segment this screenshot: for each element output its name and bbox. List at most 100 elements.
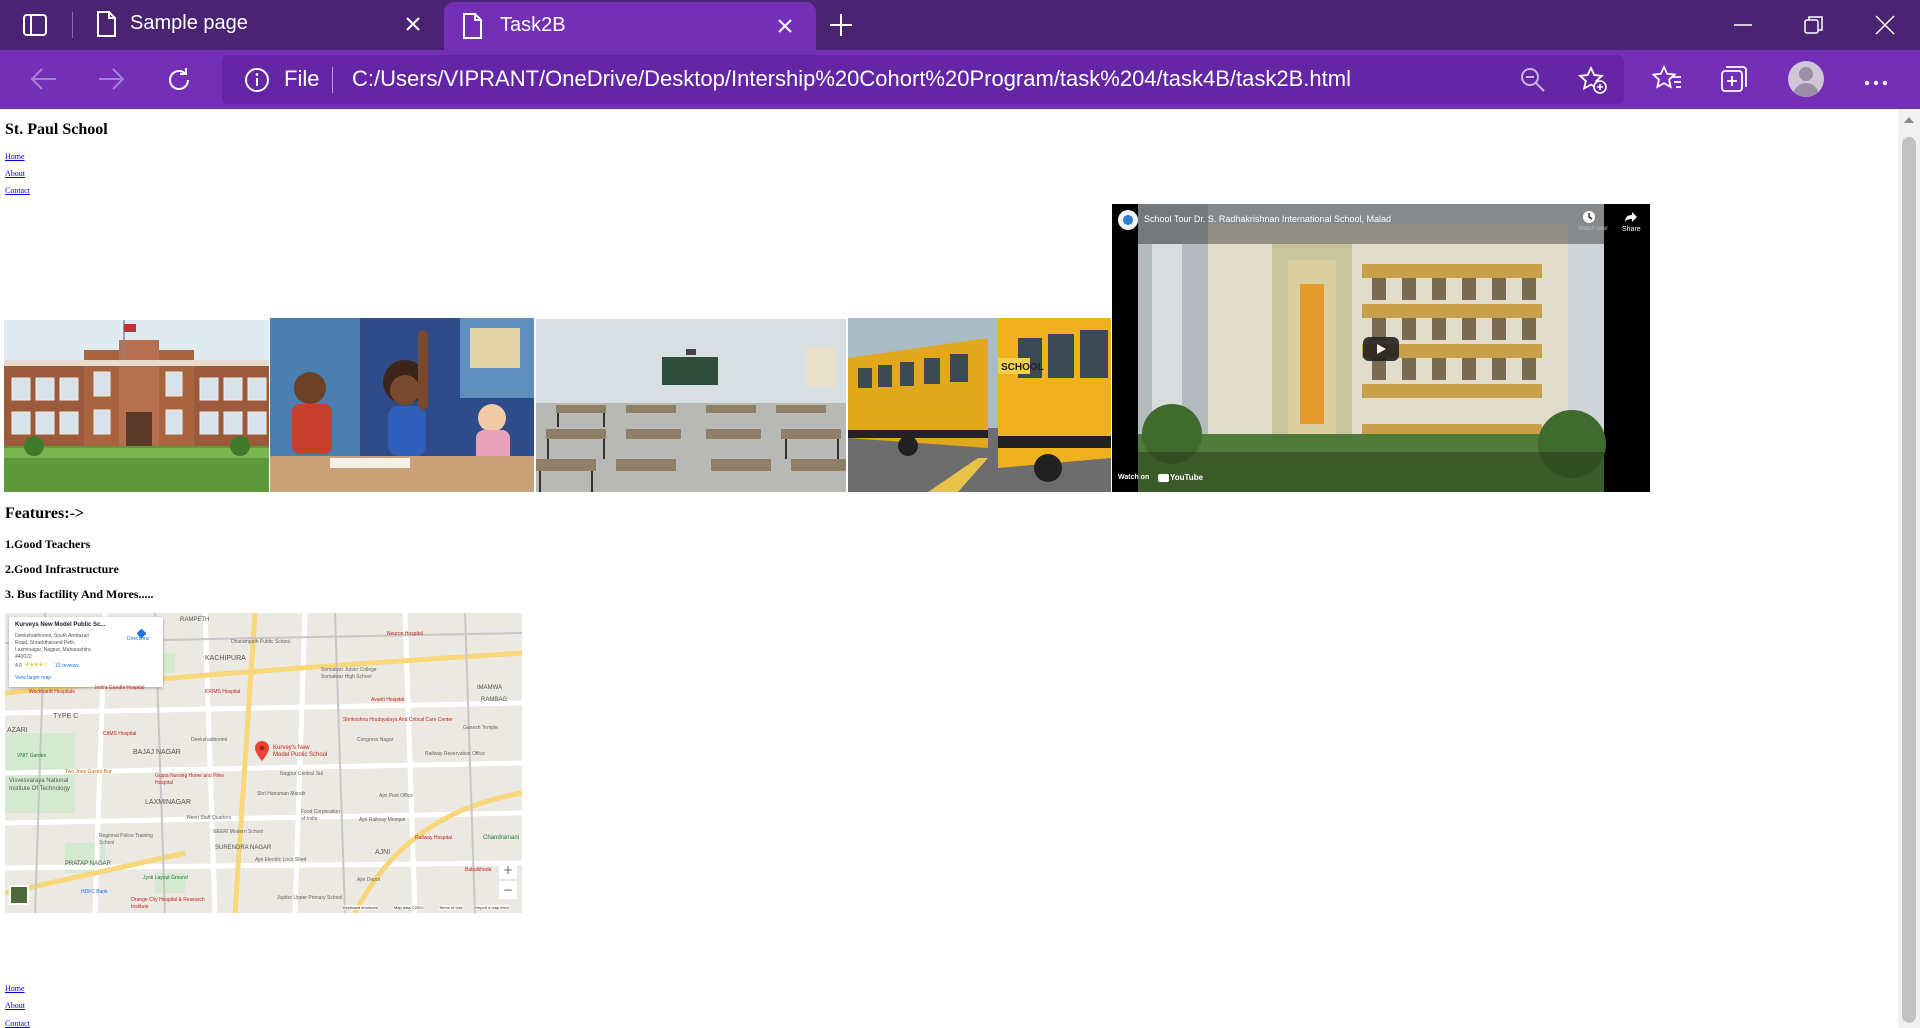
map-label: Somalwar High School — [321, 674, 372, 680]
browser-tab-bar: Sample page Task2B — [0, 0, 1920, 50]
footer-link-about[interactable]: About — [5, 1001, 25, 1010]
school-building-image — [4, 320, 269, 492]
channel-avatar[interactable] — [1118, 210, 1138, 230]
scrollbar-thumb[interactable] — [1902, 137, 1916, 1023]
map-label: Jupiter Upper Primary School — [277, 895, 343, 901]
browser-toolbar: File C:/Users/VIPRANT/OneDrive/Desktop/I… — [0, 50, 1920, 109]
map-label: PRATAP NAGAR — [65, 861, 112, 867]
zoom-out-button[interactable]: − — [499, 881, 517, 899]
map-label: HDFC Bank — [81, 889, 108, 895]
address-divider — [332, 67, 333, 93]
watch-on-label[interactable]: Watch on — [1118, 474, 1149, 481]
map-label: Chandramani — [483, 835, 520, 841]
map-label: RAMPETH — [180, 617, 210, 623]
features-heading: Features:-> — [5, 505, 85, 522]
footer-link-home[interactable]: Home — [5, 984, 25, 993]
favorites-icon[interactable] — [1651, 64, 1682, 98]
back-icon[interactable] — [30, 66, 58, 97]
map-label: Ganesh Temple — [463, 725, 498, 731]
map-label: Railway Reservation Office — [425, 751, 485, 757]
video-title[interactable]: School Tour Dr. S. Radhakrishnan Interna… — [1144, 214, 1391, 224]
map-label: Ajni Electric Loco Shed — [255, 857, 307, 863]
footer-link-contact[interactable]: Contact — [5, 1019, 30, 1028]
avatar-shoulders — [1793, 83, 1819, 97]
tab-title: Task2B — [500, 14, 566, 36]
rating-stars-icon: ★★★★☆ — [25, 662, 48, 668]
map-footer-item[interactable]: Report a map error — [475, 905, 509, 910]
tab-separator — [72, 12, 73, 38]
map-label: Neuron Hospital — [387, 631, 423, 637]
map-label: Wockhardt Hospitals — [29, 689, 75, 695]
nav-link-about[interactable]: About — [5, 169, 25, 178]
map-label: Dharampeth Public School — [231, 639, 291, 645]
google-map-embed[interactable]: Kurveys New Model Public Sc... Deekshabh… — [5, 613, 522, 913]
map-label: VNIT Garden — [17, 753, 47, 759]
new-tab-icon[interactable] — [828, 12, 854, 43]
map-reviews-link[interactable]: 12 reviews — [55, 663, 79, 669]
youtube-logo-icon[interactable] — [1158, 474, 1169, 482]
feature-item: 2.Good Infrastructure — [5, 562, 119, 576]
map-label: Jyoti Layout Ground — [143, 875, 188, 881]
close-tab-icon[interactable] — [404, 15, 422, 38]
empty-classroom-image — [536, 319, 846, 492]
map-footer-item[interactable]: Terms of Use — [439, 905, 463, 910]
refresh-icon[interactable] — [165, 66, 193, 99]
feature-item: 1.Good Teachers — [5, 537, 91, 551]
add-favorite-icon[interactable] — [1577, 65, 1608, 99]
map-place-card: Kurveys New Model Public Sc... Deekshabh… — [9, 617, 163, 687]
nav-link-home[interactable]: Home — [5, 152, 25, 161]
tab-sample-page[interactable]: Sample page — [84, 0, 444, 50]
map-label: CIIMS Hospital — [103, 731, 137, 737]
satellite-toggle[interactable] — [9, 885, 29, 905]
nav-link-contact[interactable]: Contact — [5, 186, 30, 195]
map-label: Avanti Hospital — [371, 697, 405, 703]
map-footer-item[interactable]: Keyboard shortcuts — [343, 905, 378, 910]
info-icon[interactable] — [244, 67, 270, 98]
map-directions-link[interactable]: Directions — [127, 636, 149, 642]
tab-title: Sample page — [130, 12, 248, 34]
youtube-video-embed[interactable]: School Tour Dr. S. Radhakrishnan Interna… — [1112, 204, 1650, 492]
feature-item: 3. Bus factility And Mores..... — [5, 587, 154, 601]
collections-icon[interactable] — [1720, 65, 1748, 98]
map-label: IMAMWA — [477, 685, 503, 691]
url-text[interactable]: C:/Users/VIPRANT/OneDrive/Desktop/Inters… — [352, 66, 1351, 92]
tab-actions-icon[interactable] — [22, 12, 48, 38]
scroll-up-arrow-icon[interactable] — [1904, 117, 1914, 123]
zoom-out-icon[interactable] — [1520, 67, 1546, 98]
map-label: Ajni Railway Mosque — [359, 817, 406, 823]
profile-avatar[interactable] — [1788, 61, 1824, 97]
school-bus-image: SCHOOL — [848, 318, 1111, 492]
map-address-line: Road, Shraddhanand Peth, — [15, 640, 76, 646]
map-label: TYPE C — [53, 713, 79, 720]
watch-later-label[interactable]: Watch later — [1578, 226, 1608, 232]
map-footer-item: Map data ©2022 — [394, 905, 424, 910]
page-viewport: St. Paul School Home About Contact SCHOO… — [0, 109, 1898, 1028]
map-label: NEERI Modern School — [213, 829, 264, 835]
address-bar[interactable]: File C:/Users/VIPRANT/OneDrive/Desktop/I… — [222, 55, 1624, 104]
close-window-icon[interactable] — [1874, 14, 1896, 41]
scheme-label: File — [284, 66, 320, 91]
share-label[interactable]: Share — [1622, 226, 1641, 233]
map-label: KRIMS Hospital — [205, 689, 241, 695]
youtube-wordmark[interactable]: YouTube — [1170, 473, 1203, 482]
map-label: Orange City Hospital & Research Institut… — [131, 897, 205, 910]
map-address-line: 440022 — [15, 654, 32, 660]
more-menu-icon[interactable] — [1864, 74, 1888, 92]
play-button[interactable] — [1363, 337, 1399, 361]
map-label: Gupta Nursing Home and Piles Hospital — [155, 773, 224, 786]
map-label: AZARI — [7, 727, 28, 734]
close-tab-icon[interactable] — [776, 17, 794, 40]
map-pin-icon[interactable] — [255, 741, 269, 766]
map-label: Two Joes Gastro Bar — [65, 769, 112, 775]
map-address-line: Deekshabhoomi, South Ambazari — [15, 633, 90, 639]
map-label: Food Corporation of India — [301, 809, 340, 822]
minimize-icon[interactable] — [1732, 14, 1754, 41]
map-label: SURENDRA NAGAR — [215, 845, 272, 851]
zoom-in-button[interactable]: + — [499, 861, 517, 879]
view-larger-map-link[interactable]: View larger map — [15, 675, 51, 681]
vertical-scrollbar[interactable] — [1898, 109, 1920, 1028]
forward-icon[interactable] — [97, 66, 125, 97]
map-label: BAJAJ NAGAR — [133, 749, 181, 756]
tab-task2b[interactable]: Task2B — [444, 2, 816, 50]
restore-icon[interactable] — [1803, 14, 1825, 41]
